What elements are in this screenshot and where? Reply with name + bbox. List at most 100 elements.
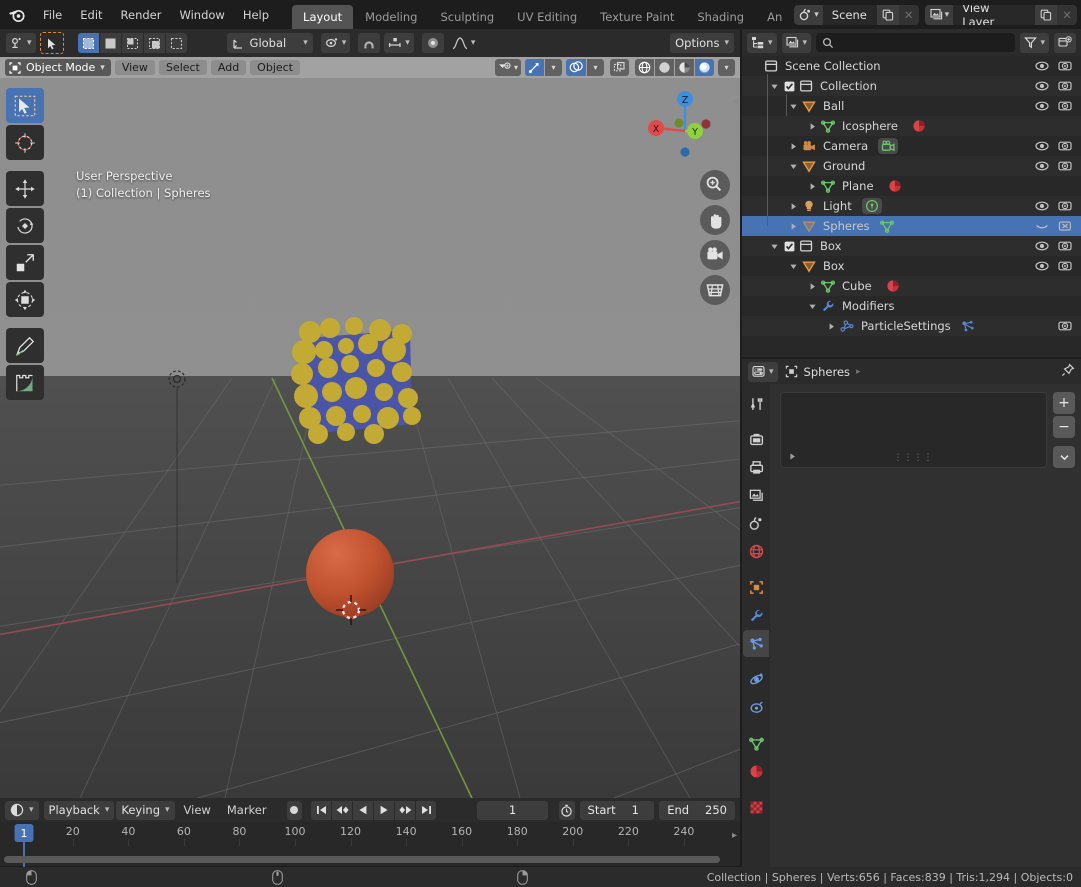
view-layer-selector[interactable]: ▾ View Layer ✕ — [924, 4, 1077, 25]
workspace-tab-layout[interactable]: Layout — [292, 5, 354, 29]
menu-help[interactable]: Help — [234, 5, 278, 25]
viewport-collapse-arrow[interactable]: ◂ — [733, 96, 738, 107]
outliner-display-mode-dropdown[interactable]: ▾ — [747, 32, 777, 53]
particle-cube-object[interactable] — [288, 306, 438, 456]
view-layer-icon[interactable]: ▾ — [924, 4, 954, 25]
new-collection-button[interactable] — [1054, 32, 1076, 53]
menu-edit[interactable]: Edit — [71, 5, 111, 25]
select-subtract-icon[interactable] — [121, 33, 143, 53]
disclosure-triangle[interactable] — [786, 262, 800, 271]
add-particle-system-button[interactable]: + — [1053, 392, 1075, 414]
disclosure-triangle[interactable] — [805, 282, 819, 291]
camera-icon[interactable] — [1058, 79, 1072, 93]
current-frame-field[interactable]: 1 — [477, 800, 549, 820]
scene-name[interactable]: Scene — [822, 4, 877, 25]
snap-magnet-icon[interactable] — [358, 33, 381, 53]
jump-to-start-button[interactable] — [311, 800, 332, 820]
timeline-scrollbar[interactable] — [4, 856, 720, 863]
timeline-menu-keying[interactable]: Keying ▾ — [116, 800, 175, 820]
outliner-data-icon[interactable] — [879, 219, 894, 233]
options-dropdown[interactable]: Options ▾ — [670, 33, 734, 53]
play-reverse-button[interactable] — [353, 800, 374, 820]
data-tab-button[interactable] — [743, 730, 769, 757]
workspace-tab-uv-editing[interactable]: UV Editing — [506, 5, 588, 29]
active-tool-icon[interactable] — [39, 32, 64, 54]
eye-icon[interactable] — [1035, 139, 1049, 153]
eye-icon[interactable] — [1035, 199, 1049, 213]
camera-icon[interactable] — [1058, 159, 1072, 173]
interaction-mode-dropdown[interactable]: Object Mode ▾ — [5, 59, 111, 76]
unlink-scene-icon[interactable]: ✕ — [898, 4, 919, 25]
gizmo-toggle[interactable] — [525, 59, 544, 76]
previous-keyframe-button[interactable] — [332, 800, 353, 820]
disclosure-triangle[interactable] — [786, 222, 800, 231]
tool-tab-button[interactable] — [743, 390, 769, 417]
collection-checkbox[interactable] — [781, 241, 797, 252]
light-gizmo[interactable] — [158, 283, 198, 583]
constraints-tab-button[interactable] — [743, 694, 769, 721]
outliner-row-ball[interactable]: Ball — [742, 96, 1081, 116]
xray-toggle[interactable] — [610, 59, 629, 76]
transform-orientation-dropdown[interactable]: Global ▾ — [226, 33, 313, 53]
outliner-row-spheres[interactable]: Spheres — [742, 216, 1081, 236]
properties-breadcrumb-label[interactable]: Spheres — [804, 365, 851, 379]
collection-checkbox[interactable] — [781, 81, 797, 92]
move-tool-button[interactable] — [6, 171, 44, 206]
outliner-data-icon[interactable] — [861, 198, 882, 214]
properties-pin-button[interactable] — [1061, 363, 1075, 380]
disclosure-triangle[interactable] — [786, 142, 800, 151]
new-scene-icon[interactable] — [876, 4, 899, 25]
timeline-menu-view[interactable]: View — [177, 801, 218, 819]
modifier-tab-button[interactable] — [743, 602, 769, 629]
toggle-projection-button[interactable] — [700, 275, 730, 305]
eye-icon[interactable] — [1035, 239, 1049, 253]
outliner-data-icon[interactable] — [961, 319, 975, 333]
select-extend-icon[interactable] — [99, 33, 121, 53]
viewport-menu-add[interactable]: Add — [210, 60, 247, 75]
outliner-row-collection[interactable]: Collection — [742, 76, 1081, 96]
cursor-tool-button[interactable] — [6, 125, 44, 160]
use-preview-range-button[interactable] — [559, 800, 575, 820]
disclosure-triangle[interactable] — [767, 242, 781, 251]
falloff-dropdown[interactable]: ▾ — [448, 33, 480, 53]
object-visibility-dropdown[interactable]: ▾ — [494, 59, 521, 76]
navigation-gizmo[interactable]: Z X Y — [642, 85, 728, 171]
outliner-data-icon[interactable] — [878, 138, 899, 154]
world-tab-button[interactable] — [743, 538, 769, 565]
camera-icon[interactable] — [1058, 139, 1072, 153]
viewport-menu-select[interactable]: Select — [158, 60, 207, 75]
view-layer-tab-button[interactable] — [743, 482, 769, 509]
workspace-tab-shading[interactable]: Shading — [686, 5, 755, 29]
disclosure-triangle[interactable] — [767, 82, 781, 91]
properties-editor-type-dropdown[interactable]: ▾ — [748, 361, 778, 382]
eye-icon[interactable] — [1035, 159, 1049, 173]
camera-icon[interactable] — [1058, 59, 1072, 73]
frame-end-field[interactable]: End 250 — [659, 800, 735, 820]
camera-icon[interactable] — [1058, 259, 1072, 273]
auto-keying-toggle[interactable] — [286, 800, 303, 820]
disclosure-triangle[interactable] — [786, 162, 800, 171]
frame-start-field[interactable]: Start 1 — [579, 800, 655, 820]
disclosure-triangle[interactable] — [805, 302, 819, 311]
timeline-menu-marker[interactable]: Marker — [220, 801, 274, 819]
outliner-row-modifiers[interactable]: Modifiers — [742, 296, 1081, 316]
shading-dropdown[interactable]: ▾ — [718, 59, 735, 76]
workspace-tab-sculpting[interactable]: Sculpting — [429, 5, 505, 29]
menu-file[interactable]: File — [34, 5, 71, 25]
outliner-row-scene-collection[interactable]: Scene Collection — [742, 56, 1081, 76]
material-icon[interactable] — [888, 179, 902, 193]
gizmo-dropdown[interactable]: ▾ — [545, 59, 562, 76]
material-icon[interactable] — [886, 279, 900, 293]
scene-icon[interactable]: ▾ — [794, 4, 823, 25]
list-resize-grip[interactable]: ⋮⋮⋮⋮ — [781, 453, 1046, 463]
outliner-row-light[interactable]: Light — [742, 196, 1081, 216]
outliner-filter-dropdown[interactable]: ▾ — [1020, 32, 1049, 53]
outliner-row-box[interactable]: Box — [742, 256, 1081, 276]
eye-icon[interactable] — [1035, 79, 1049, 93]
scene-selector[interactable]: ▾ Scene ✕ — [794, 4, 919, 25]
physics-tab-button[interactable] — [743, 666, 769, 693]
new-view-layer-icon[interactable] — [1035, 4, 1058, 25]
camera-disabled-icon[interactable] — [1058, 219, 1072, 233]
material-tab-button[interactable] — [743, 758, 769, 785]
viewport-menu-view[interactable]: View — [114, 60, 155, 75]
